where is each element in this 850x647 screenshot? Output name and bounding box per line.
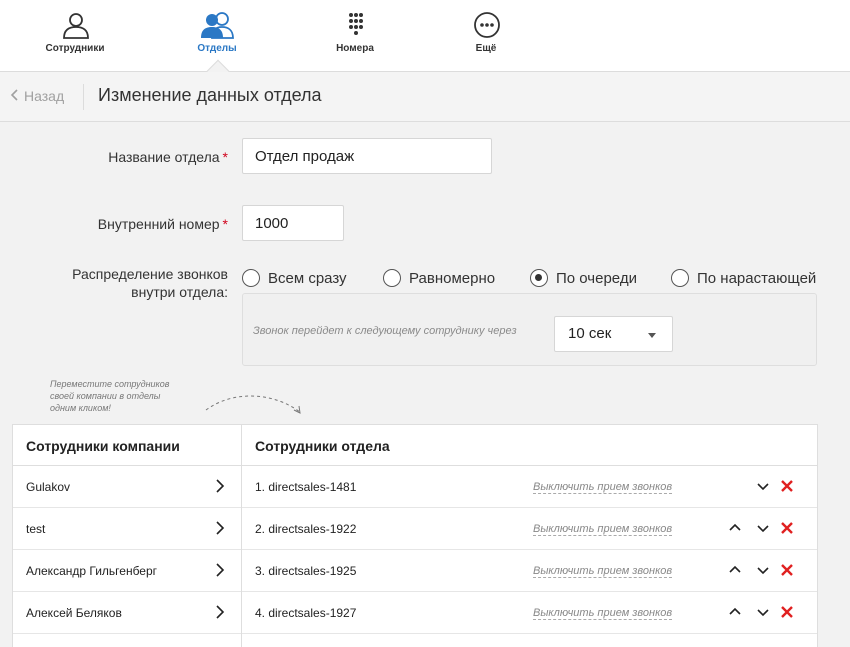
- move-up-icon[interactable]: [728, 563, 742, 577]
- company-employee-row[interactable]: Александр Гильгенберг: [13, 550, 241, 592]
- caret-down-icon: [648, 333, 656, 338]
- person-icon: [63, 13, 89, 39]
- dialpad-icon: [349, 13, 363, 35]
- radio-label: По нарастающей: [697, 269, 817, 287]
- company-employee-row[interactable]: test: [13, 508, 241, 550]
- page-title: Изменение данных отдела: [98, 85, 322, 105]
- radio-label: Всем сразу: [268, 269, 347, 287]
- remove-icon[interactable]: [780, 479, 794, 493]
- move-up-icon[interactable]: [728, 605, 742, 619]
- nav-numbers[interactable]: Номера: [300, 0, 410, 72]
- remove-icon[interactable]: [780, 605, 794, 619]
- move-down-icon[interactable]: [756, 563, 770, 577]
- divider: [83, 84, 84, 110]
- department-employee-row: 4. directsales-1927 Выключить прием звон…: [242, 592, 817, 634]
- nav-numbers-label: Номера: [336, 43, 374, 54]
- ext-label-text: Внутренний номер: [97, 216, 220, 232]
- department-employees-header: Сотрудники отдела: [242, 425, 817, 466]
- disable-calls-link[interactable]: Выключить прием звонков: [533, 481, 673, 494]
- move-down-icon[interactable]: [756, 605, 770, 619]
- employee-name: 4. directsales-1927: [255, 606, 357, 620]
- employee-name: 1. directsales-1481: [255, 480, 357, 494]
- disable-calls-link[interactable]: Выключить прием звонков: [533, 565, 673, 578]
- hint-line: Переместите сотрудников: [50, 379, 170, 389]
- delay-select[interactable]: 10 сек: [554, 316, 673, 352]
- distribution-label-line2: внутри отдела:: [131, 284, 228, 300]
- move-hint: Переместите сотрудников своей компании в…: [50, 378, 200, 414]
- radio-all-at-once[interactable]: Всем сразу: [242, 268, 347, 288]
- distribution-label: Распределение звонков внутри отдела:: [72, 265, 228, 301]
- radio-evenly[interactable]: Равномерно: [383, 268, 495, 288]
- radio-circle: [242, 269, 260, 287]
- radio-in-turn[interactable]: По очереди: [530, 268, 637, 288]
- department-name-input[interactable]: [242, 138, 492, 174]
- distribution-label-line1: Распределение звонков: [72, 266, 228, 282]
- delay-select-value: 10 сек: [568, 325, 612, 342]
- company-employee-row[interactable]: Алексей Беляков: [13, 592, 241, 634]
- company-employees-header: Сотрудники компании: [13, 425, 241, 466]
- nav-departments-label: Отделы: [197, 43, 237, 54]
- page-header: Назад Изменение данных отдела: [0, 72, 850, 122]
- chevron-right-icon: [216, 521, 225, 535]
- chevron-right-icon: [216, 479, 225, 493]
- employee-name: Александр Гильгенберг: [26, 564, 158, 578]
- more-icon: [474, 12, 500, 38]
- chevron-right-icon: [216, 563, 225, 577]
- move-down-icon[interactable]: [756, 479, 770, 493]
- radio-increasing[interactable]: По нарастающей: [671, 268, 816, 288]
- nav-more-label: Ещё: [475, 43, 497, 54]
- ext-field-label: Внутренний номер *: [98, 216, 228, 232]
- employee-name: Gulakov: [26, 480, 71, 494]
- nav-employees-label: Сотрудники: [45, 43, 105, 54]
- employee-name: 3. directsales-1925: [255, 564, 357, 578]
- chevron-left-icon: [10, 88, 18, 104]
- back-label: Назад: [24, 88, 65, 104]
- company-employee-row[interactable]: Gulakov: [13, 466, 241, 508]
- chevron-right-icon: [216, 605, 225, 619]
- hint-line: своей компании в отделы: [50, 391, 161, 401]
- department-employee-row: 2. directsales-1922 Выключить прием звон…: [242, 508, 817, 550]
- remove-icon[interactable]: [780, 521, 794, 535]
- radio-circle: [671, 269, 689, 287]
- name-label-text: Название отдела: [108, 149, 220, 165]
- department-employees-panel: Сотрудники отдела 1. directsales-1481 Вы…: [241, 424, 818, 647]
- extension-number-input[interactable]: [242, 205, 344, 241]
- nav-more[interactable]: Ещё: [431, 0, 541, 72]
- move-up-icon[interactable]: [728, 521, 742, 535]
- name-field-label: Название отдела *: [108, 149, 228, 165]
- department-employee-row: 3. directsales-1925 Выключить прием звон…: [242, 550, 817, 592]
- top-nav: Сотрудники Отделы Номера Ещё: [0, 0, 850, 83]
- required-mark: *: [222, 216, 228, 232]
- radio-circle-selected: [530, 269, 548, 287]
- disable-calls-link[interactable]: Выключить прием звонков: [533, 523, 673, 536]
- radio-label: Равномерно: [409, 269, 496, 287]
- move-down-icon[interactable]: [756, 521, 770, 535]
- hint-line: одним кликом!: [50, 403, 111, 413]
- employee-name: 2. directsales-1922: [255, 522, 357, 536]
- delay-note: Звонок перейдет к следующему сотруднику …: [253, 325, 517, 337]
- required-mark: *: [222, 149, 228, 165]
- delay-box: Звонок перейдет к следующему сотруднику …: [242, 293, 817, 366]
- employee-name: test: [26, 522, 46, 536]
- disable-calls-link[interactable]: Выключить прием звонков: [533, 607, 673, 620]
- remove-icon[interactable]: [780, 563, 794, 577]
- curved-arrow-icon: [205, 395, 301, 414]
- employee-name: Алексей Беляков: [26, 606, 122, 620]
- radio-circle: [383, 269, 401, 287]
- radio-label: По очереди: [556, 269, 637, 287]
- nav-employees[interactable]: Сотрудники: [20, 0, 130, 72]
- department-employee-row: 1. directsales-1481 Выключить прием звон…: [242, 466, 817, 508]
- company-employees-panel: Сотрудники компании Gulakov test Алексан…: [12, 424, 242, 647]
- people-icon: [201, 12, 234, 39]
- back-button[interactable]: Назад: [10, 88, 64, 104]
